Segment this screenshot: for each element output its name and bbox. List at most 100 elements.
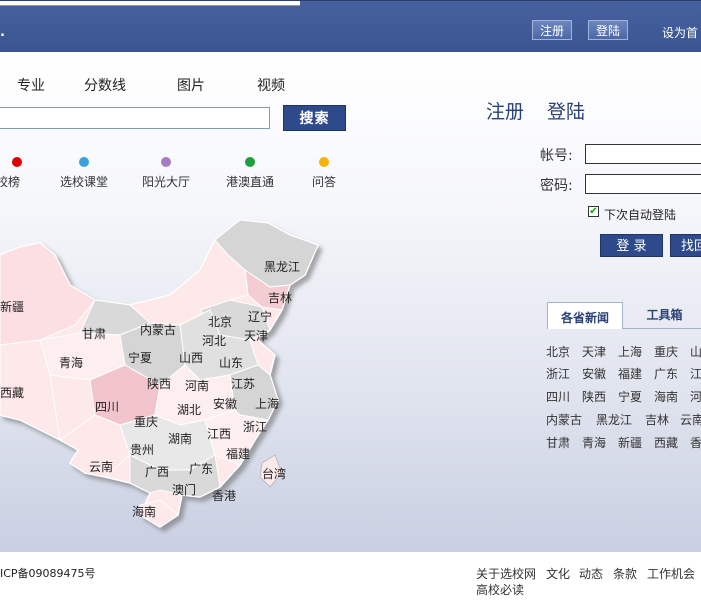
- province-label[interactable]: 西藏: [0, 384, 24, 401]
- footer-link-about[interactable]: 关于选校网: [476, 565, 536, 582]
- news-link[interactable]: 吉林: [645, 411, 669, 428]
- checkmark-icon: ✔: [589, 206, 598, 217]
- news-link[interactable]: 云南: [680, 411, 701, 428]
- province-label[interactable]: 宁夏: [128, 349, 152, 366]
- footer-link-jobs[interactable]: 工作机会: [647, 565, 695, 582]
- province-label[interactable]: 四川: [95, 398, 119, 415]
- news-link[interactable]: 黑龙江: [596, 411, 632, 428]
- province-label[interactable]: 陕西: [147, 375, 171, 392]
- province-label[interactable]: 河南: [185, 377, 209, 394]
- province-label[interactable]: 甘肃: [82, 325, 106, 342]
- search-input[interactable]: [0, 107, 270, 129]
- top-bar: . 注册 登陆 设为首: [0, 0, 701, 53]
- news-link[interactable]: 宁夏: [618, 388, 642, 405]
- quick-link-label: 选校课堂: [59, 175, 108, 189]
- news-link[interactable]: 内蒙古: [546, 411, 582, 428]
- news-link[interactable]: 河: [690, 388, 701, 405]
- nav-tab-images[interactable]: 图片: [177, 75, 205, 95]
- tab-province-news[interactable]: 各省新闻: [547, 302, 623, 329]
- province-label[interactable]: 福建: [226, 445, 250, 462]
- province-label[interactable]: 安徽: [213, 395, 237, 412]
- province-label[interactable]: 湖北: [177, 401, 201, 418]
- login-title: 登陆: [547, 101, 586, 123]
- account-field[interactable]: [585, 144, 701, 164]
- province-label[interactable]: 重庆: [134, 413, 158, 430]
- province-label[interactable]: 青海: [59, 354, 83, 371]
- news-link[interactable]: 山: [690, 343, 701, 360]
- province-label[interactable]: 澳门: [172, 481, 196, 498]
- register-button[interactable]: 注册: [532, 20, 573, 40]
- news-link[interactable]: 四川: [546, 388, 570, 405]
- quick-link-sunshine-hall[interactable]: 阳光大厅: [136, 157, 196, 190]
- province-label[interactable]: 浙江: [243, 418, 267, 435]
- footer-link-terms[interactable]: 条款: [613, 565, 637, 582]
- quick-link-hk-macau[interactable]: 港澳直通: [220, 157, 280, 190]
- province-label[interactable]: 海南: [132, 503, 156, 520]
- province-label[interactable]: 山西: [179, 349, 203, 366]
- province-label[interactable]: 天津: [244, 327, 268, 344]
- login-submit-button[interactable]: 登 录: [600, 234, 663, 257]
- purple-dot-icon: [161, 157, 171, 167]
- footer-link-must-read[interactable]: 高校必读: [476, 581, 524, 598]
- province-label[interactable]: 辽宁: [248, 308, 272, 325]
- province-label[interactable]: 内蒙古: [140, 321, 176, 338]
- tab-toolbox[interactable]: 工具箱: [628, 302, 701, 328]
- news-link[interactable]: 重庆: [654, 343, 678, 360]
- nav-tab-major[interactable]: 专业: [17, 75, 45, 95]
- footer-link-culture[interactable]: 文化: [546, 565, 570, 582]
- news-link[interactable]: 北京: [546, 343, 570, 360]
- news-link[interactable]: 浙江: [546, 365, 570, 382]
- news-link[interactable]: 江: [690, 365, 701, 382]
- password-field[interactable]: [585, 174, 701, 194]
- news-link[interactable]: 西藏: [654, 434, 678, 451]
- green-dot-icon: [245, 157, 255, 167]
- province-label[interactable]: 新疆: [0, 298, 24, 315]
- province-label[interactable]: 江苏: [231, 375, 255, 392]
- news-link[interactable]: 安徽: [582, 365, 606, 382]
- remember-label: 下次自动登陆: [604, 208, 677, 222]
- account-label: 帐号:: [540, 148, 573, 164]
- recover-password-button[interactable]: 找回: [670, 234, 701, 257]
- news-link[interactable]: 甘肃: [546, 434, 570, 451]
- quick-link-label: 港澳直通: [225, 175, 274, 189]
- logo: .: [0, 25, 5, 40]
- province-label[interactable]: 台湾: [262, 465, 286, 482]
- search-button[interactable]: 搜索: [283, 105, 346, 131]
- province-label[interactable]: 贵州: [130, 441, 154, 458]
- quick-link-label: 问答: [311, 175, 336, 189]
- province-label[interactable]: 吉林: [268, 289, 292, 306]
- province-label[interactable]: 江西: [207, 425, 231, 442]
- quick-link-qa[interactable]: 问答: [305, 157, 343, 190]
- nav-tab-video[interactable]: 视频: [257, 75, 285, 95]
- province-label[interactable]: 上海: [255, 395, 279, 412]
- province-label[interactable]: 黑龙江: [264, 258, 300, 275]
- province-label[interactable]: 北京: [208, 313, 232, 330]
- news-link[interactable]: 陕西: [582, 388, 606, 405]
- province-label[interactable]: 广西: [145, 463, 169, 480]
- login-button-top[interactable]: 登陆: [588, 20, 629, 40]
- news-link[interactable]: 海南: [654, 388, 678, 405]
- news-link[interactable]: 青海: [582, 434, 606, 451]
- footer-link-news[interactable]: 动态: [579, 565, 603, 582]
- set-homepage-link[interactable]: 设为首: [662, 24, 698, 41]
- province-label[interactable]: 广东: [189, 460, 213, 477]
- remember-checkbox[interactable]: ✔: [588, 206, 599, 217]
- quick-link-rank[interactable]: 校榜: [0, 157, 28, 190]
- news-link[interactable]: 新疆: [618, 434, 642, 451]
- province-label[interactable]: 云南: [89, 458, 113, 475]
- quick-link-label: 校榜: [0, 175, 20, 189]
- news-link[interactable]: 福建: [618, 365, 642, 382]
- news-link[interactable]: 天津: [582, 343, 606, 360]
- news-link[interactable]: 上海: [618, 343, 642, 360]
- province-label[interactable]: 香港: [212, 487, 236, 504]
- footer: [0, 552, 701, 613]
- province-label[interactable]: 山东: [219, 354, 243, 371]
- province-label[interactable]: 湖南: [168, 430, 192, 447]
- news-link[interactable]: 广东: [654, 365, 678, 382]
- nav-tab-score-line[interactable]: 分数线: [84, 75, 126, 95]
- quick-link-class[interactable]: 选校课堂: [54, 157, 114, 190]
- province-label[interactable]: 河北: [202, 332, 226, 349]
- yellow-dot-icon: [319, 157, 329, 167]
- news-link[interactable]: 香: [690, 434, 701, 451]
- register-title-link[interactable]: 注册: [486, 97, 524, 124]
